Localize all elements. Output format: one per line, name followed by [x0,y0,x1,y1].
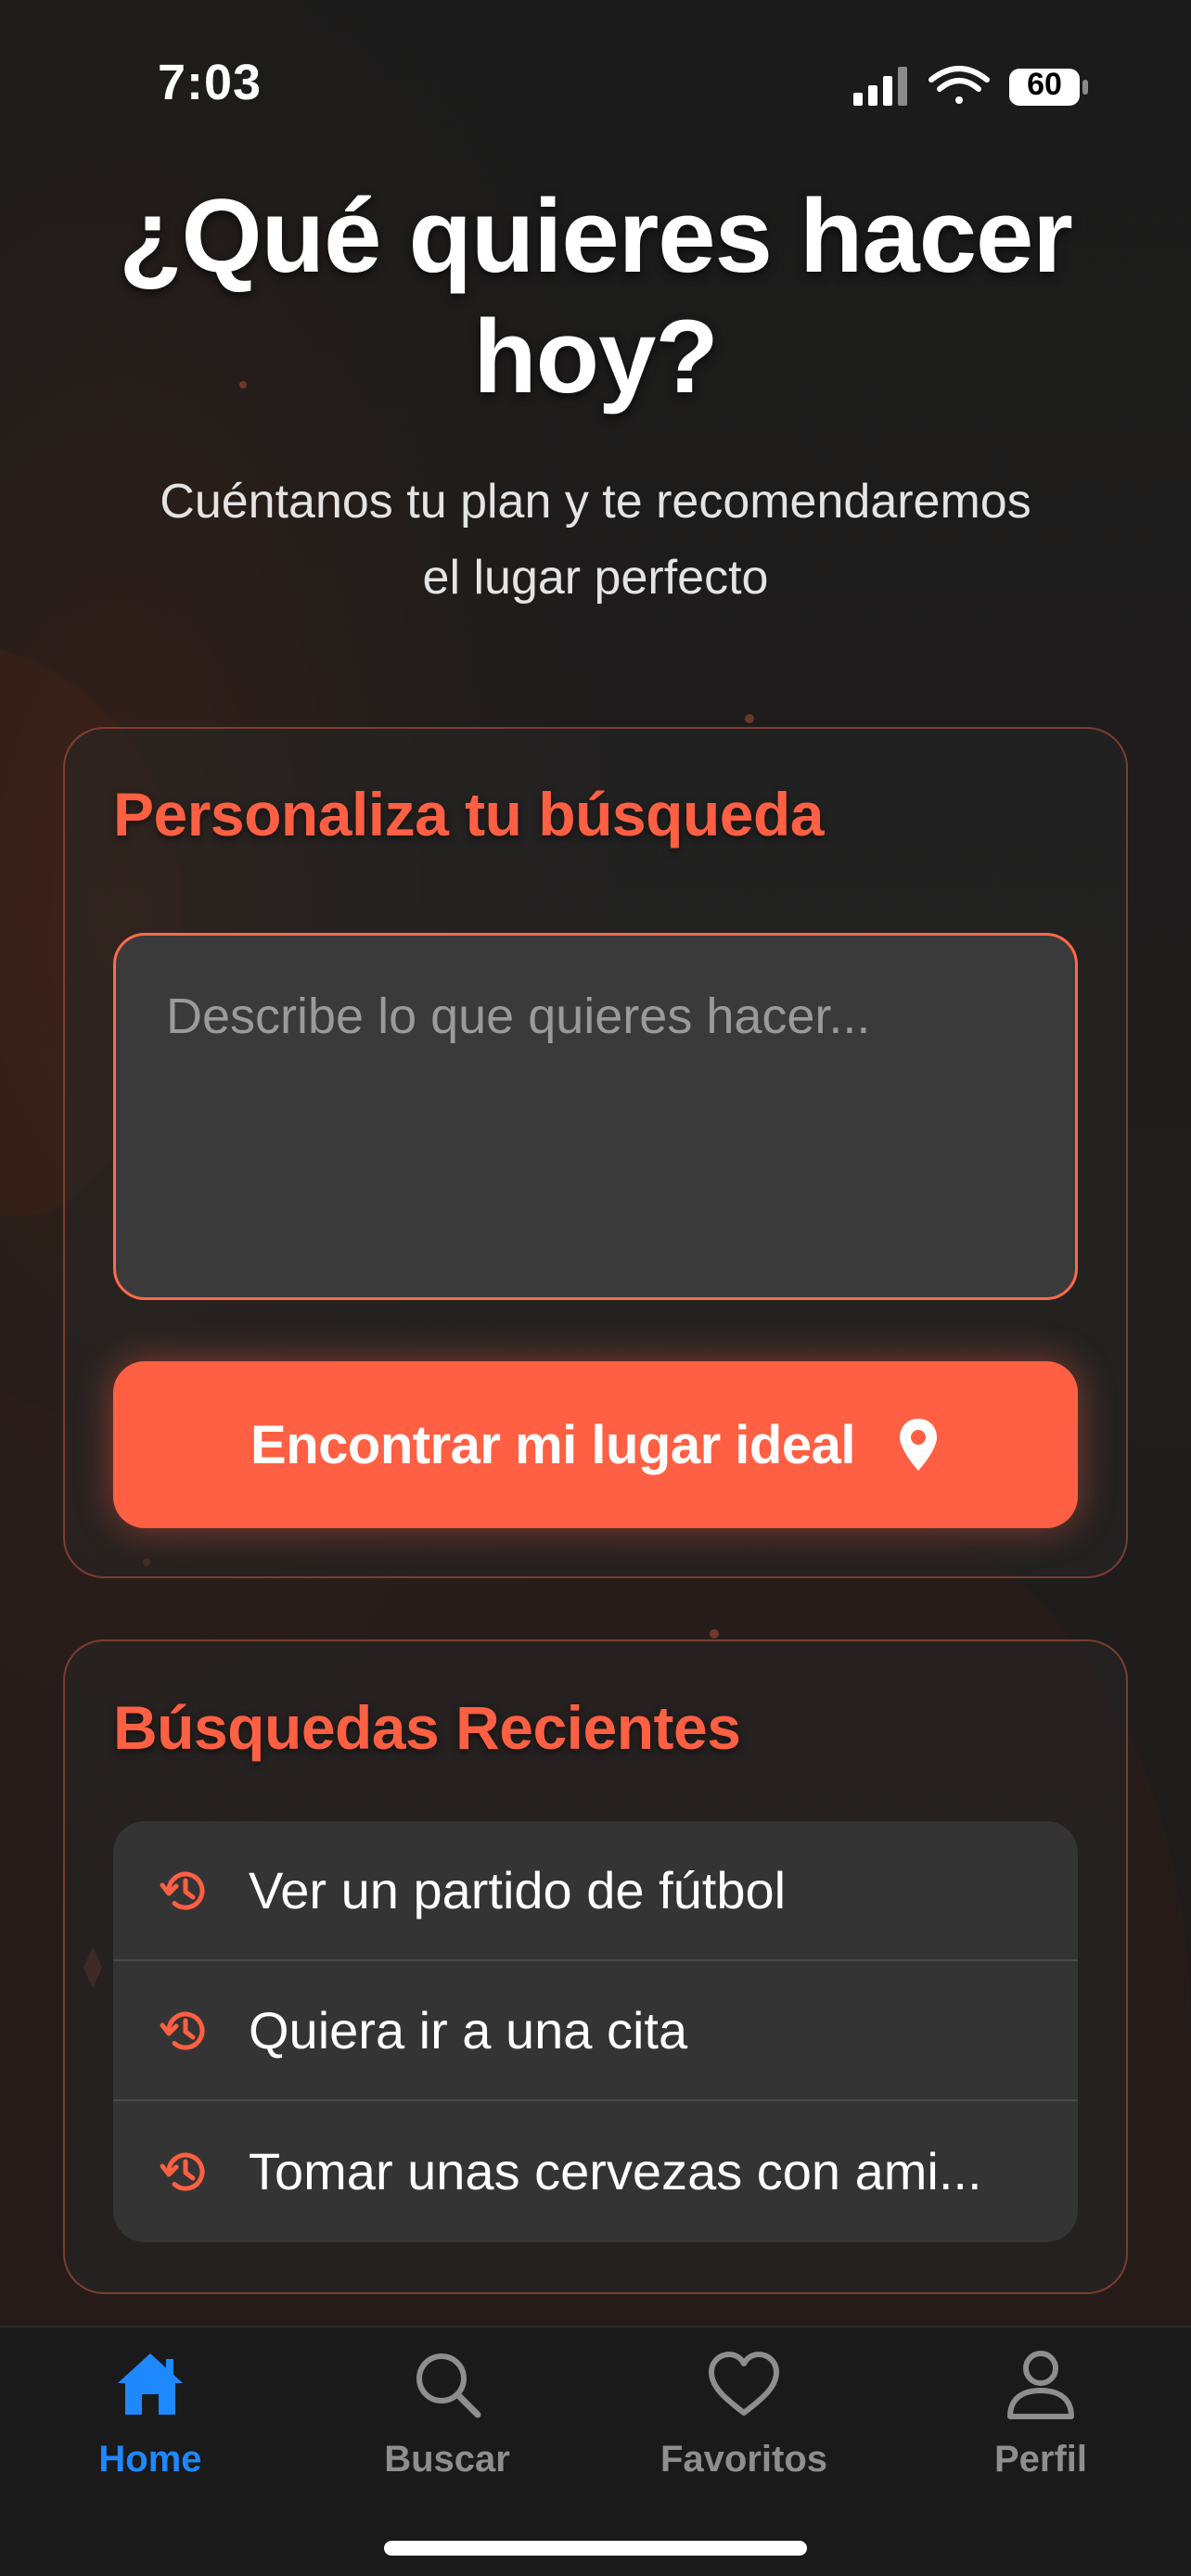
person-icon [1007,2351,1074,2419]
plan-description-input[interactable] [113,933,1078,1300]
recent-search-item[interactable]: Ver un partido de fútbol [113,1821,1078,1961]
tab-profile-label: Perfil [993,2439,1088,2480]
recent-search-text: Ver un partido de fútbol [249,1861,787,1919]
history-icon [160,1871,205,1910]
recent-search-text: Tomar unas cervezas con ami... [249,2142,982,2200]
page-subtitle-line-2: el lugar perfecto [422,551,769,605]
find-place-button[interactable]: Encontrar mi lugar ideal [113,1361,1078,1528]
page-title: ¿Qué quieres hacer hoy? [37,176,1154,417]
cellular-signal-icon [853,67,907,106]
tab-search-label: Buscar [384,2439,510,2480]
heart-icon [709,2352,779,2416]
tab-search[interactable]: Buscar [345,2346,549,2513]
search-icon [416,2353,481,2418]
find-place-button-label: Encontrar mi lugar ideal [250,1414,855,1475]
recent-searches-list: Ver un partido de fútbol Quiera ir a una… [113,1821,1078,2242]
recent-search-item[interactable]: Tomar unas cervezas con ami... [113,2101,1078,2241]
history-icon [160,2152,205,2191]
recent-searches-title: Búsquedas Recientes [113,1693,741,1762]
tab-profile[interactable]: Perfil [939,2346,1143,2513]
page-title-line-1: ¿Qué quieres hacer [119,178,1073,294]
house-icon [118,2353,183,2415]
tab-home-label: Home [98,2439,202,2480]
page-subtitle-line-1: Cuéntanos tu plan y te recomendaremos [160,475,1031,529]
home-indicator[interactable] [384,2541,807,2556]
page-subtitle: Cuéntanos tu plan y te recomendaremos el… [56,464,1135,616]
tab-favorites-label: Favoritos [660,2439,828,2480]
tab-favorites[interactable]: Favoritos [642,2346,846,2513]
recent-search-item[interactable]: Quiera ir a una cita [113,1961,1078,2101]
status-time: 7:03 [158,55,263,110]
map-pin-icon [899,1419,937,1471]
page-title-line-2: hoy? [473,299,719,414]
tab-home[interactable]: Home [48,2346,252,2513]
battery-level: 60 [1027,67,1062,102]
search-card-title: Personaliza tu búsqueda [113,780,825,848]
wifi-icon [928,66,990,104]
recent-search-text: Quiera ir a una cita [249,2001,688,2060]
tab-bar: Home Buscar Favoritos Perfil [0,2326,1191,2576]
history-icon [160,2011,205,2050]
